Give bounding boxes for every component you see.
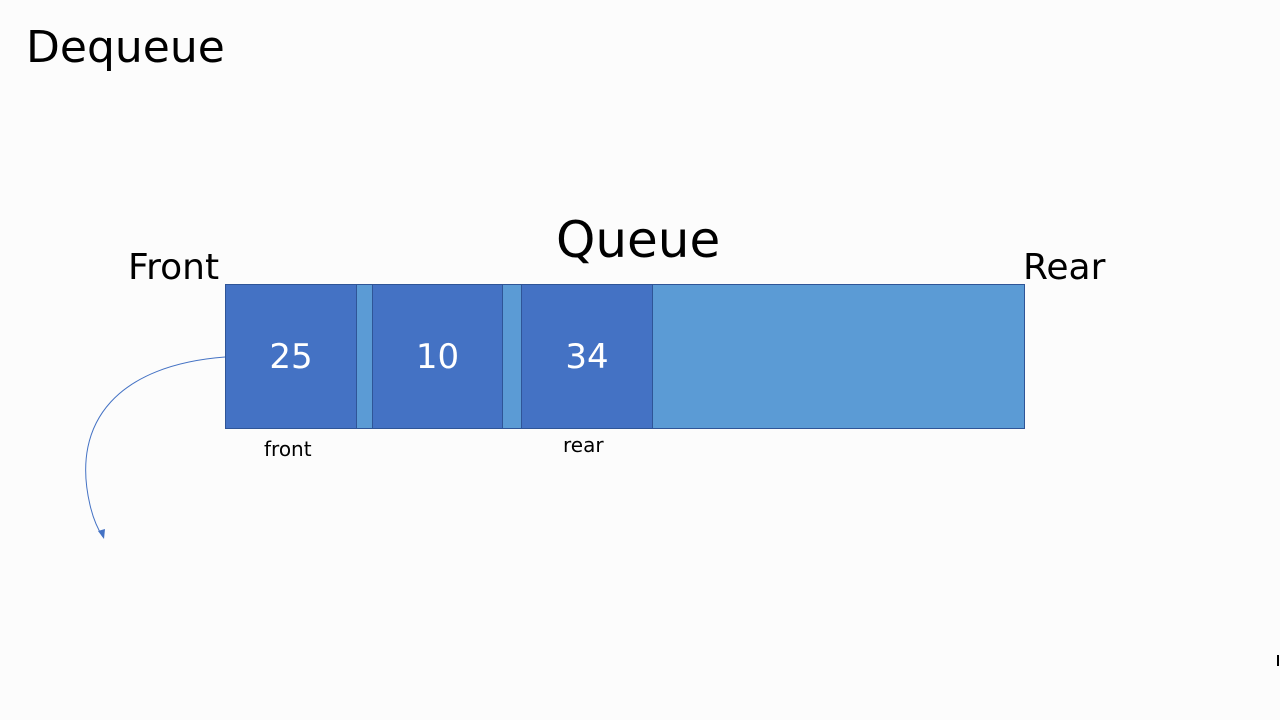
rear-end-label: Rear (1023, 247, 1106, 288)
rear-pointer-label: rear (563, 433, 604, 457)
front-pointer-label: front (264, 437, 312, 461)
queue-cell: 34 (521, 284, 653, 429)
queue-cell: 25 (225, 284, 357, 429)
dequeue-arrow-path (85, 356, 226, 538)
front-end-label: Front (128, 247, 220, 288)
slide-title: Dequeue (26, 22, 225, 73)
queue-cell: 10 (372, 284, 503, 429)
queue-title: Queue (556, 211, 721, 269)
edge-mark (1277, 655, 1279, 666)
arrow-head-icon (98, 529, 105, 539)
